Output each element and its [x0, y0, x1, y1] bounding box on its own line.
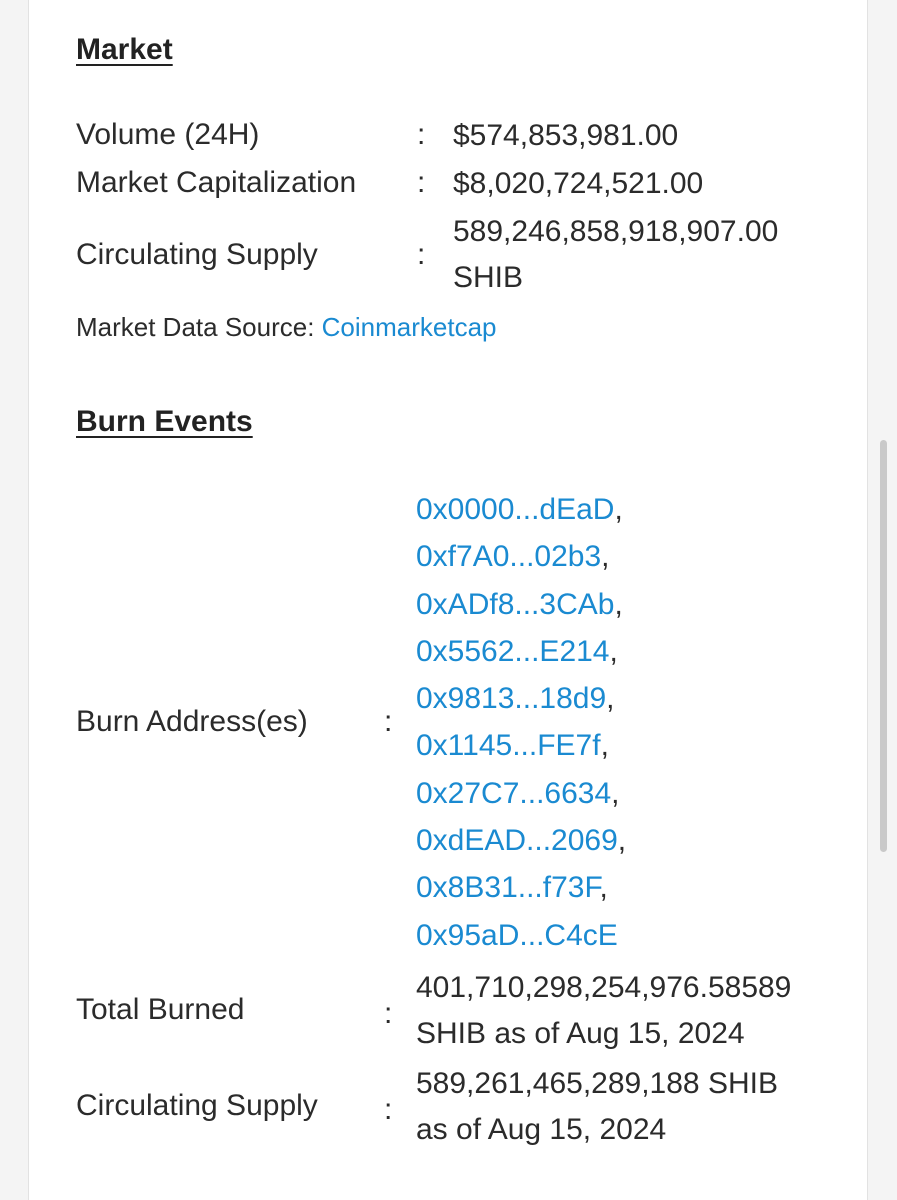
- burn-address-link[interactable]: 0x9813...18d9: [416, 682, 606, 715]
- burn-circulating-supply-label: Circulating Supply: [76, 1089, 318, 1122]
- burn-address-item: 0x1145...FE7f,: [416, 729, 609, 763]
- burn-address-item: 0x9813...18d9,: [416, 682, 615, 716]
- total-burned-value-line2: SHIB as of Aug 15, 2024: [416, 1017, 745, 1050]
- circulating-supply-label: Circulating Supply: [76, 238, 318, 271]
- burn-address-link[interactable]: 0xADf8...3CAb: [416, 588, 614, 621]
- burn-address-item: 0xdEAD...2069,: [416, 824, 627, 858]
- coinmarketcap-link[interactable]: Coinmarketcap: [322, 312, 497, 342]
- burn-address-link[interactable]: 0x8B31...f73F: [416, 871, 599, 904]
- vertical-scrollbar[interactable]: [880, 440, 887, 852]
- burn-addresses-label: Burn Address(es): [76, 705, 308, 738]
- circulating-supply-colon: :: [417, 238, 426, 271]
- circulating-supply-value: 589,246,858,918,907.00 SHIB: [453, 209, 778, 301]
- burn-address-link[interactable]: 0x27C7...6634: [416, 777, 611, 810]
- circulating-supply-value-line2: SHIB: [453, 261, 524, 294]
- circulating-supply-value-line1: 589,246,858,918,907.00: [453, 215, 779, 248]
- burn-address-link[interactable]: 0xf7A0...02b3: [416, 540, 601, 573]
- burn-circulating-supply-line1: 589,261,465,289,188 SHIB: [416, 1067, 778, 1100]
- burn-address-item: 0x8B31...f73F,: [416, 871, 608, 905]
- burn-address-item: 0x0000...dEaD,: [416, 493, 623, 526]
- burn-address-list: 0x0000...dEaD, 0xf7A0...02b3, 0xADf8...3…: [416, 486, 626, 959]
- burn-address-item: 0x5562...E214,: [416, 634, 618, 668]
- burn-address-link[interactable]: 0x5562...E214: [416, 635, 610, 668]
- burn-address-item: 0x95aD...C4cE: [416, 912, 626, 959]
- volume-colon: :: [417, 118, 426, 151]
- burn-address-link[interactable]: 0x1145...FE7f: [416, 729, 601, 762]
- burn-events-section-title: Burn Events: [76, 405, 253, 438]
- burn-addresses-colon: :: [384, 705, 393, 738]
- market-data-source-label: Market Data Source:: [76, 312, 322, 342]
- burn-circulating-supply-value: 589,261,465,289,188 SHIB as of Aug 15, 2…: [416, 1061, 778, 1153]
- burn-address-link[interactable]: 0x95aD...C4cE: [416, 919, 618, 952]
- burn-address-item: 0x27C7...6634,: [416, 776, 620, 810]
- burn-address-link[interactable]: 0x0000...dEaD: [416, 493, 614, 526]
- total-burned-value: 401,710,298,254,976.58589 SHIB as of Aug…: [416, 965, 791, 1057]
- burn-circulating-supply-colon: :: [384, 1093, 393, 1126]
- volume-label: Volume (24H): [76, 118, 260, 151]
- market-section-title: Market: [76, 33, 173, 66]
- burn-address-link[interactable]: 0xdEAD...2069: [416, 824, 618, 857]
- market-cap-label: Market Capitalization: [76, 166, 357, 199]
- market-cap-colon: :: [417, 166, 426, 199]
- total-burned-label: Total Burned: [76, 993, 245, 1026]
- burn-address-item: 0xADf8...3CAb,: [416, 587, 623, 621]
- market-data-source: Market Data Source: Coinmarketcap: [76, 312, 497, 343]
- burn-circulating-supply-line2: as of Aug 15, 2024: [416, 1113, 667, 1146]
- burn-address-item: 0xf7A0...02b3,: [416, 540, 610, 574]
- token-info-card: Market Volume (24H) : $574,853,981.00 Ma…: [28, 0, 868, 1200]
- market-cap-value: $8,020,724,521.00: [453, 167, 704, 200]
- volume-value: $574,853,981.00: [453, 119, 679, 152]
- total-burned-colon: :: [384, 997, 393, 1030]
- total-burned-value-line1: 401,710,298,254,976.58589: [416, 971, 792, 1004]
